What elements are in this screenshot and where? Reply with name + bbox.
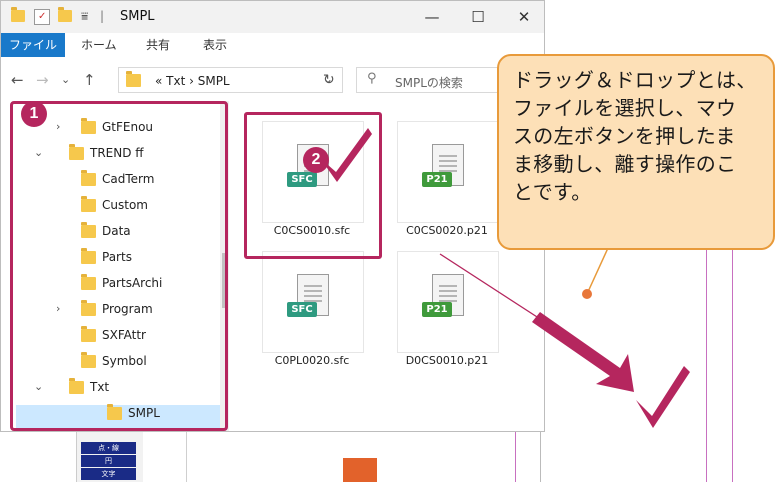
callout-pointer	[586, 247, 609, 295]
callout-text: ドラッグ＆ドロップとは、 ファイルを選択し、マウ スの左ボタンを押したま ま移動し、離…	[513, 66, 769, 206]
checkmark-icon	[320, 128, 372, 182]
callout-line: ま移動し、離す操作のこ	[513, 152, 737, 176]
drag-arrow-icon	[532, 312, 634, 392]
callout-line: ファイルを選択し、マウ	[513, 96, 737, 120]
callout-line: スの左ボタンを押したま	[513, 124, 736, 148]
callout-pointer-dot	[582, 289, 592, 299]
callout-line: ドラッグ＆ドロップとは、	[513, 68, 757, 92]
drop-checkmark-icon	[636, 366, 690, 428]
callout-line: とです。	[513, 180, 592, 204]
